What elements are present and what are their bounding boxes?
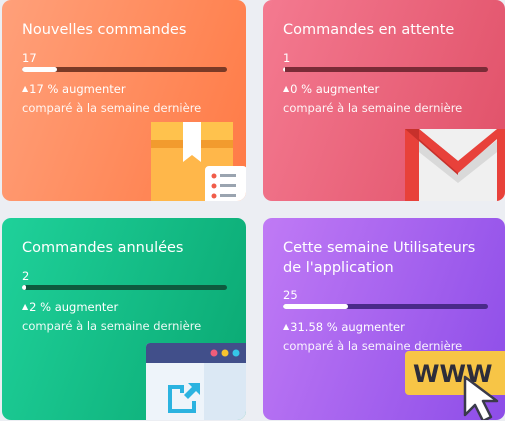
card-title: Cette semaine Utilisateurs de l'applicat…: [283, 240, 476, 276]
compare-text: comparé à la semaine dernière: [22, 101, 202, 115]
card-count: 2: [22, 269, 30, 283]
card-count: 1: [283, 51, 291, 65]
caret-up-icon: ▲: [283, 322, 290, 331]
www-cursor-icon: WWW: [405, 351, 505, 420]
compare-text: comparé à la semaine dernière: [283, 101, 463, 115]
progress-bar: [283, 67, 488, 72]
caret-up-icon: ▲: [22, 84, 29, 93]
compare-text: comparé à la semaine dernière: [22, 319, 202, 333]
package-box-icon: [151, 122, 246, 201]
progress-bar: [283, 304, 488, 309]
change-value: 17 % augmenter: [29, 82, 126, 96]
caret-up-icon: ▲: [283, 84, 290, 93]
change-value: 31.58 % augmenter: [290, 320, 405, 334]
progress-fill: [283, 304, 348, 309]
progress-fill: [22, 67, 57, 72]
change-text: ▲0 % augmenter: [283, 82, 379, 96]
stat-card-new-orders: Nouvelles commandes 17 ▲17 % augmenter c…: [2, 0, 246, 201]
card-count: 25: [283, 288, 298, 302]
card-title: Commandes en attente: [283, 22, 455, 38]
mail-envelope-icon: [405, 129, 505, 201]
card-title: Commandes annulées: [22, 240, 184, 256]
change-text: ▲2 % augmenter: [22, 300, 118, 314]
card-count: 17: [22, 51, 37, 65]
progress-bar: [22, 67, 227, 72]
www-label: WWW: [413, 360, 492, 388]
caret-up-icon: ▲: [22, 302, 29, 311]
stat-card-app-users: Cette semaine Utilisateurs de l'applicat…: [263, 218, 505, 420]
progress-fill: [22, 285, 27, 290]
stat-card-cancelled-orders: Commandes annulées 2 ▲2 % augmenter comp…: [2, 218, 246, 420]
change-text: ▲17 % augmenter: [22, 82, 126, 96]
change-value: 0 % augmenter: [290, 82, 380, 96]
progress-bar: [22, 285, 227, 290]
stat-card-pending-orders: Commandes en attente 1 ▲0 % augmenter co…: [263, 0, 505, 201]
change-text: ▲31.58 % augmenter: [283, 320, 405, 334]
change-value: 2 % augmenter: [29, 300, 119, 314]
browser-window-icon: [146, 343, 246, 420]
progress-fill: [283, 67, 286, 72]
card-title: Nouvelles commandes: [22, 22, 187, 38]
